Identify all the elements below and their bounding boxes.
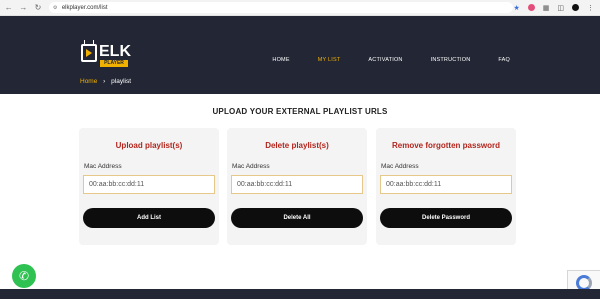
- card-title: Delete playlist(s): [265, 141, 329, 150]
- logo-text: ELK: [99, 43, 131, 60]
- bookmark-star-icon[interactable]: ★: [513, 4, 519, 12]
- address-bar[interactable]: ⚙ elkplayer.com/list: [48, 2, 514, 13]
- profile-avatar-icon[interactable]: [572, 4, 579, 11]
- browser-toolbar: ← → ↻ ⚙ elkplayer.com/list ★ ▦ ◫ ⋮: [0, 0, 600, 16]
- nav-activation[interactable]: ACTIVATION: [368, 57, 402, 63]
- breadcrumb-current: playlist: [111, 78, 132, 85]
- breadcrumb: Home › playlist: [80, 78, 131, 85]
- card-title: Upload playlist(s): [115, 141, 183, 150]
- main-nav: HOME MY LIST ACTIVATION INSTRUCTION FAQ: [244, 57, 510, 63]
- elk-player-logo[interactable]: ELK PLAYER: [81, 40, 131, 72]
- site-info-icon[interactable]: ⚙: [53, 5, 59, 11]
- delete-password-button[interactable]: Delete Password: [380, 208, 512, 228]
- remove-password-card: Remove forgotten password Mac Address 00…: [376, 128, 516, 245]
- delete-all-button[interactable]: Delete All: [231, 208, 363, 228]
- site-header: ELK PLAYER HOME MY LIST ACTIVATION INSTR…: [0, 16, 600, 94]
- reload-icon[interactable]: ↻: [32, 2, 44, 14]
- mac-address-input[interactable]: 00:aa:bb:cc:dd:11: [380, 175, 512, 194]
- breadcrumb-home[interactable]: Home: [80, 78, 97, 85]
- delete-playlist-card: Delete playlist(s) Mac Address 00:aa:bb:…: [227, 128, 367, 245]
- upload-playlist-card: Upload playlist(s) Mac Address 00:aa:bb:…: [79, 128, 219, 245]
- mac-address-label: Mac Address: [381, 163, 419, 170]
- back-arrow-icon[interactable]: ←: [3, 2, 15, 14]
- logo-play-icon: [86, 49, 92, 57]
- forward-arrow-icon[interactable]: →: [18, 2, 30, 14]
- menu-kebab-icon[interactable]: ⋮: [587, 4, 594, 12]
- mac-address-input[interactable]: 00:aa:bb:cc:dd:11: [83, 175, 215, 194]
- nav-instruction[interactable]: INSTRUCTION: [431, 57, 471, 63]
- extension-icon[interactable]: [527, 4, 535, 11]
- add-list-button[interactable]: Add List: [83, 208, 215, 228]
- nav-home[interactable]: HOME: [272, 57, 289, 63]
- sidebar-icon[interactable]: ◫: [557, 4, 564, 12]
- section-title: UPLOAD YOUR EXTERNAL PLAYLIST URLS: [212, 107, 388, 116]
- nav-faq[interactable]: FAQ: [498, 57, 510, 63]
- whatsapp-icon[interactable]: ✆: [12, 264, 36, 288]
- card-title: Remove forgotten password: [391, 141, 500, 150]
- nav-my-list[interactable]: MY LIST: [318, 57, 341, 63]
- breadcrumb-separator: ›: [103, 78, 106, 85]
- footer: [0, 289, 600, 299]
- mac-address-input[interactable]: 00:aa:bb:cc:dd:11: [231, 175, 363, 194]
- logo-subtext: PLAYER: [100, 60, 128, 67]
- mac-address-label: Mac Address: [232, 163, 270, 170]
- extensions-puzzle-icon[interactable]: ▦: [543, 4, 550, 12]
- url-text: elkplayer.com/list: [61, 4, 108, 11]
- mac-address-label: Mac Address: [84, 163, 122, 170]
